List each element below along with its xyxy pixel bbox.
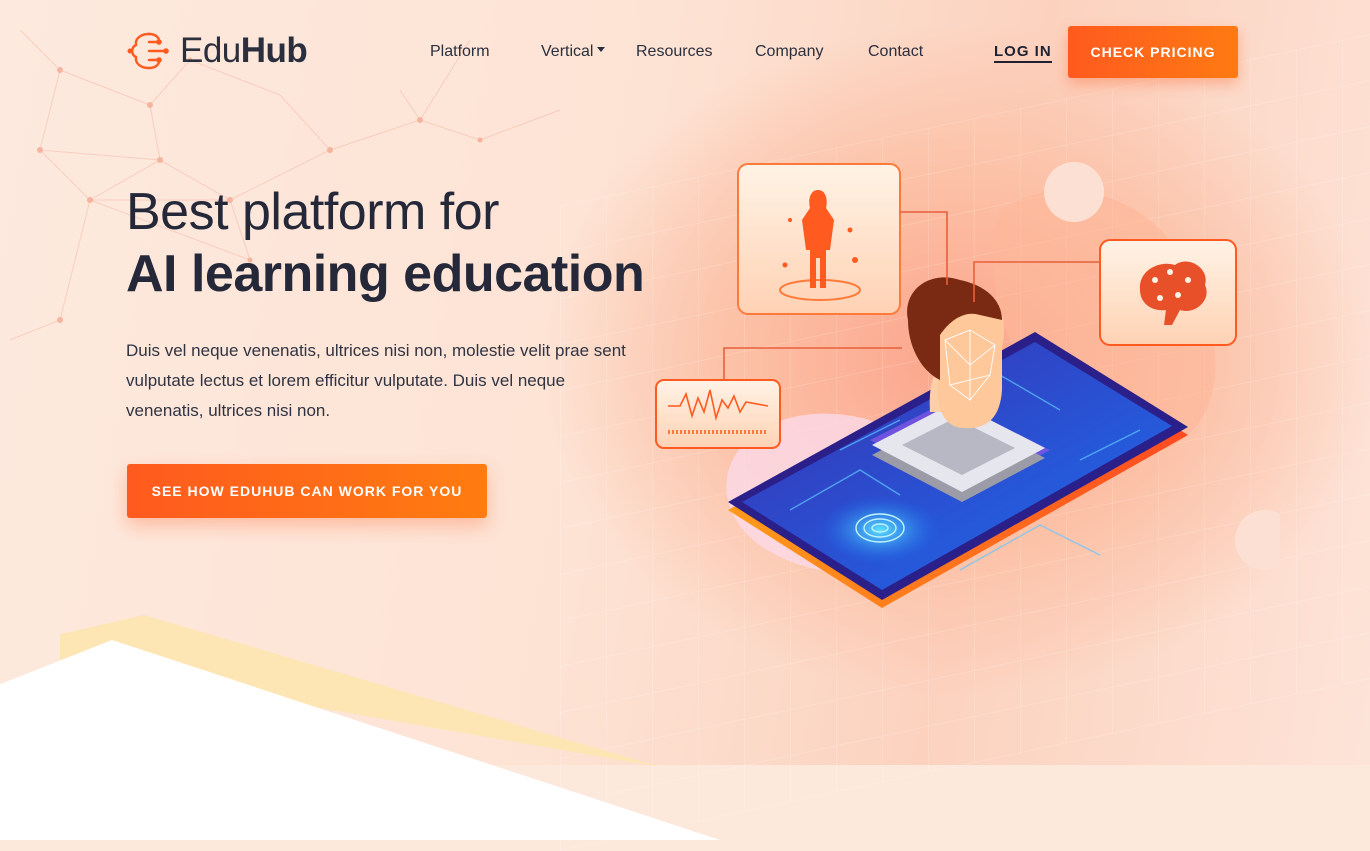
caret-down-icon — [597, 47, 606, 53]
hero-description: Duis vel neque venenatis, ultrices nisi … — [126, 341, 626, 420]
see-how-button[interactable]: SEE HOW EDUHUB CAN WORK FOR YOU — [127, 464, 487, 518]
brand-logo[interactable]: EduHub — [126, 28, 308, 74]
nav-platform[interactable]: Platform — [430, 43, 490, 61]
hero-title-line1: Best platform for — [126, 183, 499, 241]
nav-vertical[interactable]: Vertical — [541, 43, 606, 61]
check-pricing-button[interactable]: CHECK PRICING — [1068, 26, 1238, 78]
nav-resources[interactable]: Resources — [636, 43, 712, 61]
nav-contact[interactable]: Contact — [868, 43, 923, 61]
login-link[interactable]: LOG IN — [994, 43, 1052, 63]
ai-device-illustration — [655, 162, 1280, 608]
hero-title-line2: AI learning education — [126, 245, 645, 303]
nav-company[interactable]: Company — [755, 43, 823, 61]
brain-circuit-logo-icon — [127, 32, 169, 70]
brand-name: EduHub — [180, 31, 308, 70]
